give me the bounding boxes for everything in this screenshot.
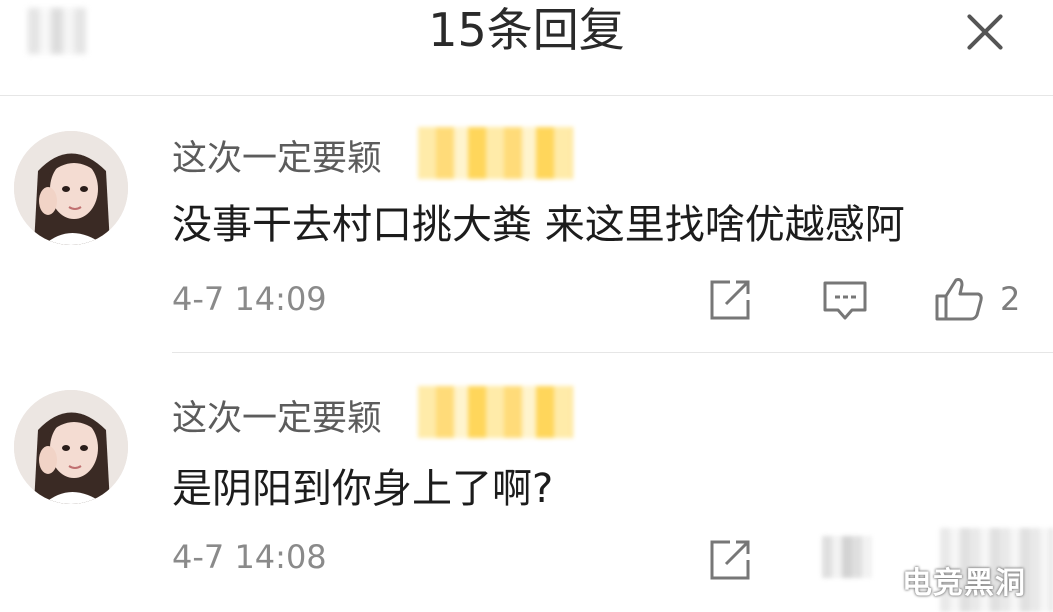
avatar[interactable]	[14, 131, 128, 245]
like-count: 2	[1000, 280, 1021, 318]
comment-text: 没事干去村口挑大粪 来这里找啥优越感阿	[172, 202, 905, 248]
avatar[interactable]	[14, 390, 128, 504]
comment-text: 是阴阳到你身上了啊?	[172, 466, 554, 512]
comment-time: 4-7 14:09	[172, 280, 327, 318]
watermark-text: 电竞黑洞	[902, 566, 1026, 601]
comment-divider	[172, 352, 1053, 353]
comment-username[interactable]: 这次一定要颖	[172, 130, 382, 181]
user-badge	[418, 127, 573, 179]
share-icon[interactable]	[708, 538, 754, 582]
header-bar: 15条回复	[0, 0, 1053, 96]
comment-username[interactable]: 这次一定要颖	[172, 390, 382, 441]
blurred-reply-icon[interactable]	[822, 536, 872, 578]
share-icon[interactable]	[708, 278, 754, 322]
comment-time: 4-7 14:08	[172, 538, 327, 576]
like-icon[interactable]	[934, 276, 984, 322]
reply-icon[interactable]	[822, 280, 868, 322]
user-badge	[418, 386, 573, 438]
page-title: 15条回复	[428, 3, 625, 57]
close-icon[interactable]	[958, 6, 1012, 60]
